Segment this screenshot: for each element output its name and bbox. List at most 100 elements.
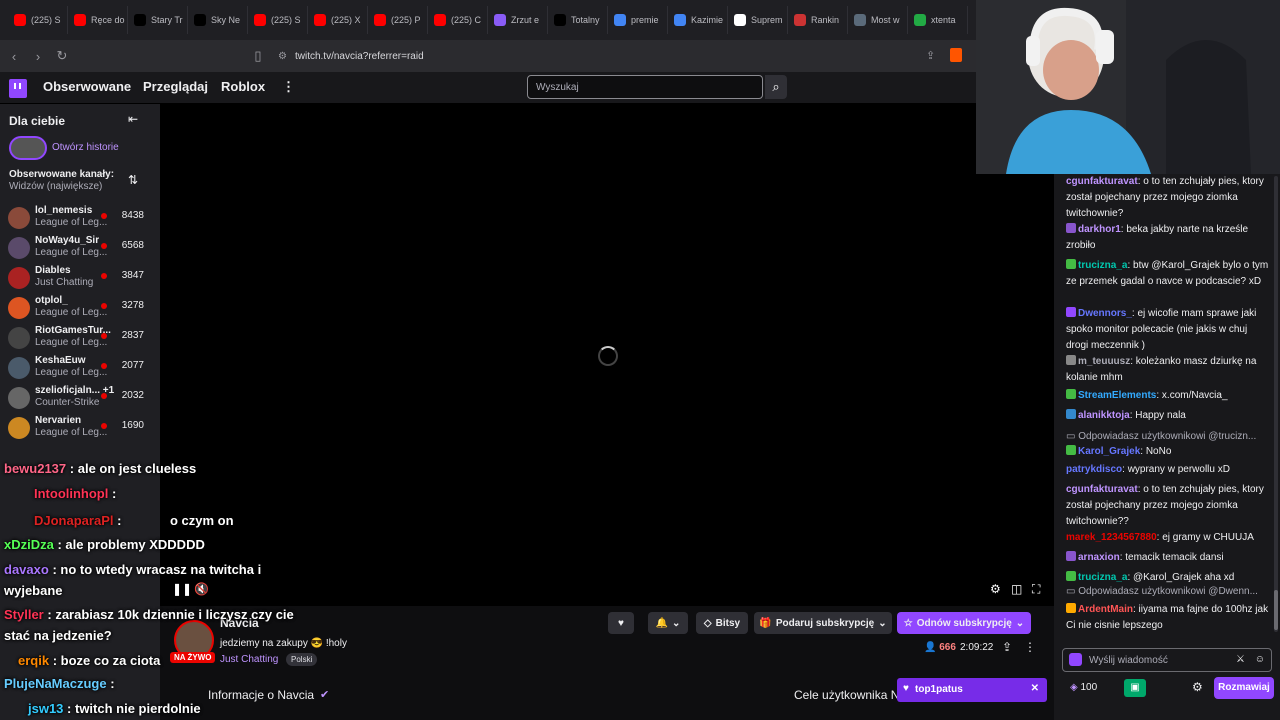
notifications-button[interactable]: 🔔 ⌄ [648, 612, 688, 634]
followed-channel-item[interactable]: KeshaEuw League of Leg... 2077 [8, 354, 156, 384]
settings-icon[interactable]: ⚙ [990, 582, 1001, 596]
browser-tab[interactable]: premie [608, 6, 668, 34]
browser-tab[interactable]: Suprem [728, 6, 788, 34]
followed-channel-item[interactable]: Diables Just Chatting 3847 [8, 264, 156, 294]
channel-game: League of Leg... [35, 307, 108, 318]
collapse-sidebar-icon[interactable]: ⇤ [128, 112, 138, 126]
browser-tab[interactable]: Ręce do [68, 6, 128, 34]
browser-tab[interactable]: (225) X [308, 6, 368, 34]
live-dot-icon [101, 333, 107, 339]
back-icon[interactable]: ‹ [4, 46, 24, 66]
more-icon[interactable]: ⋮ [282, 79, 295, 95]
mod-icon[interactable]: ⚔ [1236, 654, 1245, 665]
tab-label: Kazimie [691, 15, 724, 25]
chat-username[interactable]: trucizna_a [1078, 260, 1127, 271]
theatre-mode-icon[interactable]: ◫ [1011, 582, 1022, 596]
followed-channel-item[interactable]: NoWay4u_Sir League of Leg... 6568 [8, 234, 156, 264]
nav-followed[interactable]: Obserwowane [43, 79, 131, 94]
chat-username[interactable]: trucizna_a [1078, 572, 1127, 583]
chat-username[interactable]: Karol_Grajek [1078, 446, 1140, 457]
open-stories-link[interactable]: Otwórz historie [52, 142, 119, 153]
renew-sub-button[interactable]: ☆ Odnów subskrypcję ⌄ [897, 612, 1031, 634]
tab-label: Sky Ne [211, 15, 241, 25]
browser-tab[interactable]: xtenta [908, 6, 968, 34]
search-input[interactable]: Wyszukaj [527, 75, 763, 99]
browser-tab[interactable]: Most w [848, 6, 908, 34]
bits-button[interactable]: ◇ Bitsy [696, 612, 748, 634]
chat-username[interactable]: Dwennors_ [1078, 308, 1132, 319]
chat-username[interactable]: marek_1234567880 [1066, 532, 1157, 543]
overlay-chat-text: : [112, 486, 117, 501]
reload-icon[interactable]: ↻ [52, 46, 72, 66]
chat-username[interactable]: StreamElements [1078, 390, 1156, 401]
chat-text: : temacik temacik dansi [1119, 552, 1224, 563]
twitch-logo-icon[interactable] [9, 79, 27, 98]
channel-avatar [8, 297, 30, 319]
browser-tab[interactable]: (225) S [8, 6, 68, 34]
tab-favicon-icon [314, 14, 326, 26]
chat-username[interactable]: patrykdisco [1066, 464, 1122, 475]
chat-settings-icon[interactable]: ⚙ [1192, 680, 1203, 694]
overlay-chat-text: : zarabiasz 10k dziennie i liczysz czy c… [47, 607, 294, 622]
browser-tab[interactable]: (225) C [428, 6, 488, 34]
emoji-icon[interactable]: ☺ [1255, 654, 1265, 665]
nav-browse[interactable]: Przeglądaj [143, 79, 208, 94]
chat-scrollbar-thumb[interactable] [1274, 590, 1278, 630]
chat-text: : Happy nala [1129, 410, 1186, 421]
site-info-icon[interactable]: ⚙ [278, 51, 287, 62]
url-field[interactable]: ⚙ twitch.tv/navcia?referrer=raid [278, 46, 998, 66]
gift-sub-button[interactable]: 🎁 Podaruj subskrypcję ⌄ [754, 612, 892, 634]
sort-icon[interactable]: ⇅ [128, 173, 138, 187]
chat-username[interactable]: alanikktoja [1078, 410, 1130, 421]
channel-game: League of Leg... [35, 247, 108, 258]
browser-tab[interactable]: Rankin [788, 6, 848, 34]
chat-username[interactable]: arnaxion [1078, 552, 1120, 563]
chat-badge-icon [1066, 603, 1076, 613]
star-icon: ☆ [903, 617, 913, 629]
browser-tab[interactable]: Zrzut e [488, 6, 548, 34]
chevron-down-icon: ⌄ [1015, 617, 1025, 629]
followed-channel-item[interactable]: Nervarien League of Leg... 1690 [8, 414, 156, 444]
tab-favicon-icon [494, 14, 506, 26]
followed-channel-item[interactable]: lol_nemesis League of Leg... 8438 [8, 204, 156, 234]
chat-send-button[interactable]: Rozmawiaj [1214, 677, 1274, 699]
followed-channel-item[interactable]: otplol_ League of Leg... 3278 [8, 294, 156, 324]
followed-channel-item[interactable]: szelioficjaln... +1 Counter-Strike 2032 [8, 384, 156, 414]
followed-channel-item[interactable]: RiotGamesTur... League of Leg... 2837 [8, 324, 156, 354]
search-icon[interactable]: ⌕ [765, 75, 787, 99]
nav-roblox[interactable]: Roblox [221, 79, 265, 94]
claim-bonus-icon[interactable]: ▣ [1124, 679, 1146, 697]
chat-username[interactable]: cgunfakturavat [1066, 484, 1138, 495]
story-avatar[interactable] [9, 136, 47, 160]
browser-tab[interactable]: Totalny [548, 6, 608, 34]
chat-username[interactable]: ArdentMain [1078, 604, 1133, 615]
chat-username[interactable]: cgunfakturavat [1066, 176, 1138, 187]
chat-username[interactable]: m_teuuusz [1078, 356, 1130, 367]
emote-badge-icon[interactable] [1069, 653, 1082, 666]
forward-icon[interactable]: › [28, 46, 48, 66]
browser-tab[interactable]: (225) P [368, 6, 428, 34]
verified-icon: ✔ [320, 689, 330, 701]
chat-input[interactable]: Wyślij wiadomość ⚔ ☺ [1062, 648, 1272, 672]
overlay-chat-line: Styller : zarabiasz 10k dziennie i liczy… [4, 607, 294, 622]
browser-tab[interactable]: Sky Ne [188, 6, 248, 34]
browser-tab[interactable]: Kazimie [668, 6, 728, 34]
bookmark-icon[interactable]: ▯ [248, 46, 268, 66]
streamer-webcam [976, 0, 1280, 174]
chat-scrollbar[interactable] [1274, 176, 1278, 632]
browser-tab[interactable]: (225) S [248, 6, 308, 34]
overlay-chat-text: : twitch nie pierdolnie [67, 701, 201, 716]
tab-label: Most w [871, 15, 900, 25]
share-icon[interactable]: ⇪ [926, 49, 935, 62]
fullscreen-icon[interactable]: ⛶ [1032, 582, 1040, 597]
extension-icon[interactable] [950, 48, 962, 62]
follow-heart-button[interactable]: ♥ [608, 612, 634, 634]
more-options-icon[interactable]: ⋮ [1024, 640, 1036, 654]
renew-sub-label: Odnów subskrypcję [916, 617, 1012, 629]
share-icon[interactable]: ⇪ [1002, 640, 1012, 654]
chat-message: darkhor1: beka jakby narte na krześle zr… [1066, 222, 1272, 254]
chat-username[interactable]: darkhor1 [1078, 224, 1121, 235]
close-icon[interactable]: ✕ [1031, 683, 1039, 694]
browser-tab[interactable]: Stary Tr [128, 6, 188, 34]
heart-icon: ♥ [903, 683, 909, 694]
